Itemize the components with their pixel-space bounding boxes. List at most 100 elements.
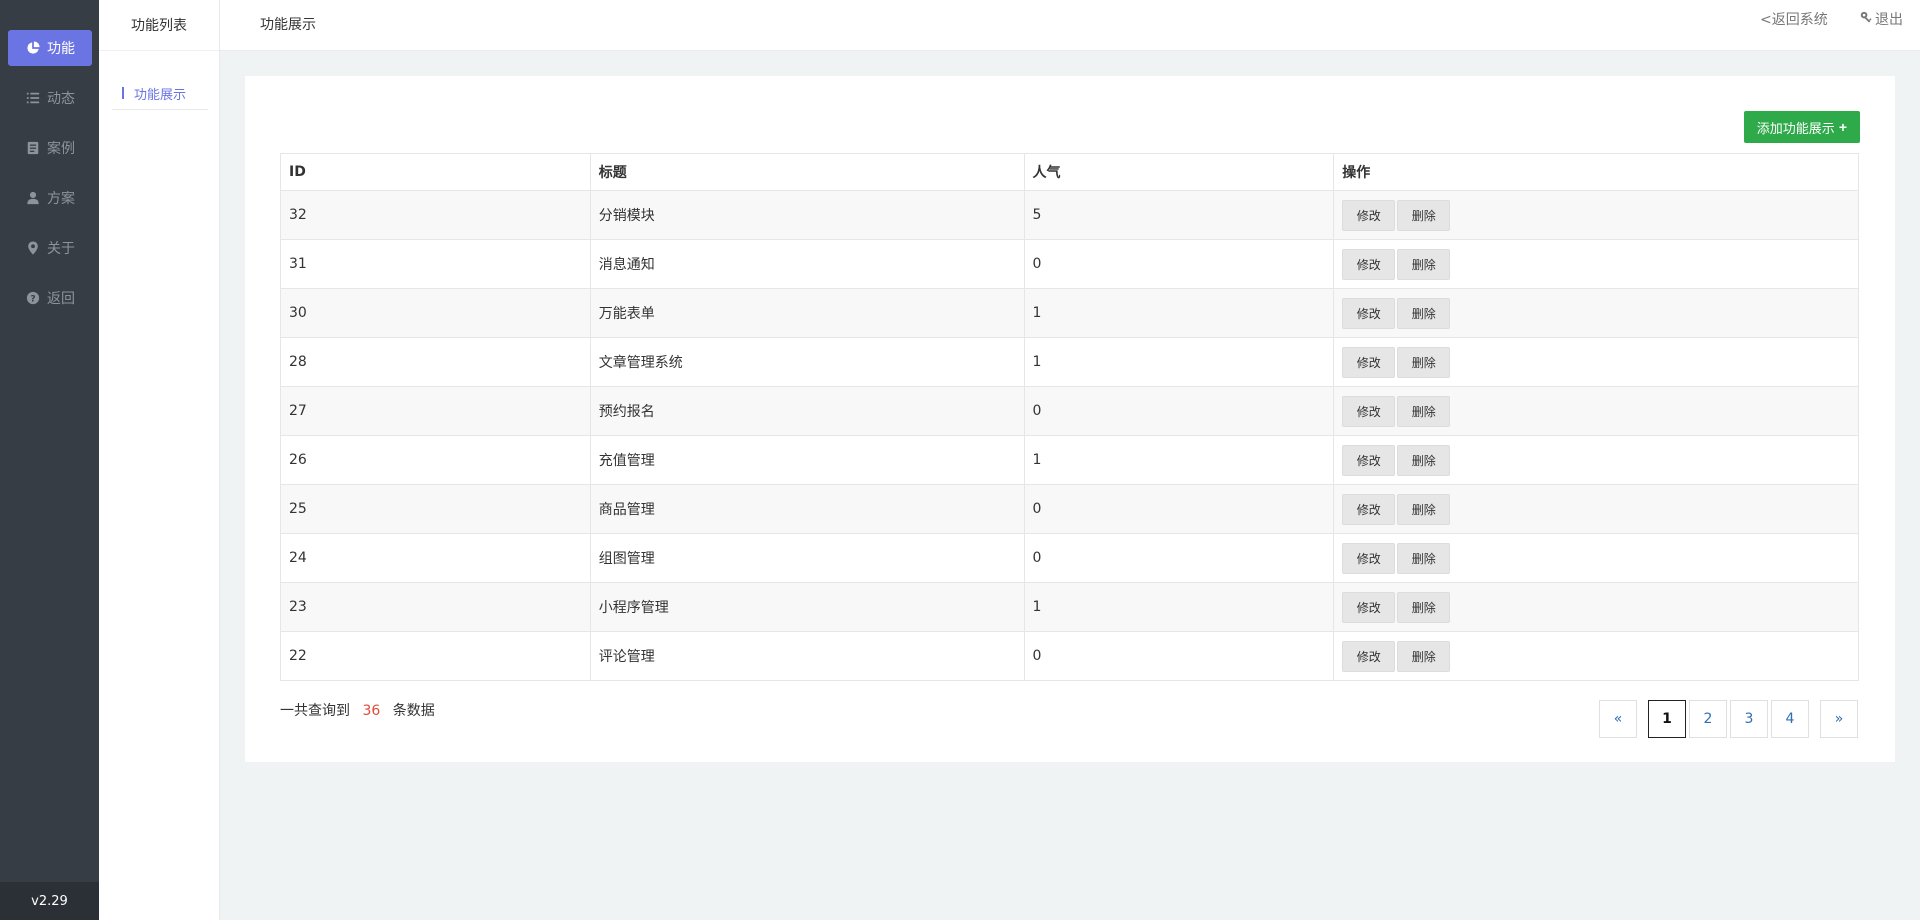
- nav-label: 案例: [47, 141, 75, 157]
- cell-title: 万能表单: [589, 288, 1025, 338]
- add-button-label: 添加功能展示: [1756, 120, 1835, 136]
- nav-item-return[interactable]: ? 返回: [8, 280, 92, 316]
- delete-button[interactable]: 删除: [1397, 248, 1451, 280]
- page-button-1[interactable]: 1: [1648, 700, 1686, 738]
- logout-label: 退出: [1875, 12, 1903, 28]
- table-row: 25 商品管理 0 修改 删除: [280, 484, 1859, 534]
- table-row: 32 分销模块 5 修改 删除: [280, 190, 1859, 240]
- cell-id: 26: [280, 435, 591, 485]
- table-row: 23 小程序管理 1 修改 删除: [280, 582, 1859, 632]
- cell-actions: 修改 删除: [1333, 631, 1859, 681]
- content-panel: 添加功能展示 + ID 标题 人气 操作 32 分销模块 5 修改 删除 31 消息通知 0 修…: [245, 76, 1895, 762]
- page-prev-button[interactable]: «: [1599, 700, 1637, 738]
- table-row: 24 组图管理 0 修改 删除: [280, 533, 1859, 583]
- cell-title: 预约报名: [589, 386, 1025, 436]
- cell-title: 充值管理: [589, 435, 1025, 485]
- page-button-3[interactable]: 3: [1730, 700, 1768, 738]
- edit-button[interactable]: 修改: [1342, 542, 1396, 574]
- table-row: 27 预约报名 0 修改 删除: [280, 386, 1859, 436]
- result-count: 36: [362, 703, 381, 719]
- cell-popularity: 1: [1023, 582, 1335, 632]
- delete-button[interactable]: 删除: [1397, 640, 1451, 672]
- cell-actions: 修改 删除: [1333, 582, 1859, 632]
- delete-button[interactable]: 删除: [1397, 444, 1451, 476]
- delete-button[interactable]: 删除: [1397, 542, 1451, 574]
- cell-popularity: 1: [1023, 435, 1335, 485]
- edit-button[interactable]: 修改: [1342, 248, 1396, 280]
- edit-button[interactable]: 修改: [1342, 444, 1396, 476]
- cell-title: 文章管理系统: [589, 337, 1025, 387]
- nav-item-plans[interactable]: 方案: [8, 180, 92, 216]
- cell-title: 消息通知: [589, 239, 1025, 289]
- result-summary: 一共查询到 36 条数据: [280, 700, 435, 720]
- edit-button[interactable]: 修改: [1342, 346, 1396, 378]
- cell-actions: 修改 删除: [1333, 337, 1859, 387]
- edit-button[interactable]: 修改: [1342, 640, 1396, 672]
- subbar-item-feature-showcase[interactable]: 功能展示: [112, 77, 208, 110]
- nav-item-about[interactable]: 关于: [8, 230, 92, 266]
- table-header-row: ID 标题 人气 操作: [280, 153, 1859, 191]
- table-row: 28 文章管理系统 1 修改 删除: [280, 337, 1859, 387]
- table-row: 31 消息通知 0 修改 删除: [280, 239, 1859, 289]
- add-feature-button[interactable]: 添加功能展示 +: [1743, 111, 1860, 143]
- cell-actions: 修改 删除: [1333, 288, 1859, 338]
- user-icon: [25, 190, 41, 206]
- column-header-id: ID: [280, 153, 591, 191]
- edit-button[interactable]: 修改: [1342, 395, 1396, 427]
- cell-title: 评论管理: [589, 631, 1025, 681]
- cell-id: 23: [280, 582, 591, 632]
- cell-id: 24: [280, 533, 591, 583]
- edit-button[interactable]: 修改: [1342, 591, 1396, 623]
- column-header-popularity: 人气: [1023, 153, 1335, 191]
- main-sidebar: 功能 动态 案例 方案 关于 ? 返回 v2.29: [0, 0, 99, 920]
- cell-popularity: 1: [1023, 288, 1335, 338]
- document-icon: [25, 140, 41, 156]
- nav-item-news[interactable]: 动态: [8, 80, 92, 116]
- cell-popularity: 0: [1023, 533, 1335, 583]
- column-header-actions: 操作: [1333, 153, 1859, 191]
- cell-id: 32: [280, 190, 591, 240]
- nav-item-cases[interactable]: 案例: [8, 130, 92, 166]
- edit-button[interactable]: 修改: [1342, 297, 1396, 329]
- delete-button[interactable]: 删除: [1397, 395, 1451, 427]
- table-body: 32 分销模块 5 修改 删除 31 消息通知 0 修改 删除 30 万能表单 1 修改 删除 28 文章管理系…: [280, 190, 1859, 681]
- cell-id: 22: [280, 631, 591, 681]
- column-header-title: 标题: [589, 153, 1025, 191]
- nav-item-function[interactable]: 功能: [8, 30, 92, 66]
- summary-prefix: 一共查询到: [280, 703, 350, 719]
- edit-button[interactable]: 修改: [1342, 493, 1396, 525]
- top-header: 功能展示 <返回系统 退出: [220, 0, 1920, 51]
- back-to-system-link[interactable]: <返回系统: [1760, 9, 1828, 29]
- cell-popularity: 0: [1023, 239, 1335, 289]
- nav-label: 返回: [47, 291, 75, 307]
- cell-popularity: 0: [1023, 484, 1335, 534]
- active-indicator: [122, 87, 124, 99]
- key-icon: [1860, 11, 1875, 28]
- cell-id: 28: [280, 337, 591, 387]
- delete-button[interactable]: 删除: [1397, 297, 1451, 329]
- cell-id: 31: [280, 239, 591, 289]
- table-row: 30 万能表单 1 修改 删除: [280, 288, 1859, 338]
- cell-title: 小程序管理: [589, 582, 1025, 632]
- logout-link[interactable]: 退出: [1860, 9, 1903, 29]
- delete-button[interactable]: 删除: [1397, 199, 1451, 231]
- sub-sidebar: 功能列表 功能展示: [99, 0, 220, 920]
- feature-table: ID 标题 人气 操作 32 分销模块 5 修改 删除 31 消息通知 0 修改 删除 30 万能表单…: [280, 153, 1859, 681]
- table-row: 22 评论管理 0 修改 删除: [280, 631, 1859, 681]
- cell-actions: 修改 删除: [1333, 435, 1859, 485]
- delete-button[interactable]: 删除: [1397, 346, 1451, 378]
- delete-button[interactable]: 删除: [1397, 591, 1451, 623]
- svg-text:?: ?: [30, 295, 35, 305]
- cell-actions: 修改 删除: [1333, 190, 1859, 240]
- cell-id: 30: [280, 288, 591, 338]
- page-button-4[interactable]: 4: [1771, 700, 1809, 738]
- delete-button[interactable]: 删除: [1397, 493, 1451, 525]
- nav-label: 动态: [47, 91, 75, 107]
- edit-button[interactable]: 修改: [1342, 199, 1396, 231]
- page-button-2[interactable]: 2: [1689, 700, 1727, 738]
- map-pin-icon: [25, 240, 41, 256]
- cell-actions: 修改 删除: [1333, 484, 1859, 534]
- version-label: v2.29: [0, 882, 99, 920]
- cell-title: 分销模块: [589, 190, 1025, 240]
- page-next-button[interactable]: »: [1820, 700, 1858, 738]
